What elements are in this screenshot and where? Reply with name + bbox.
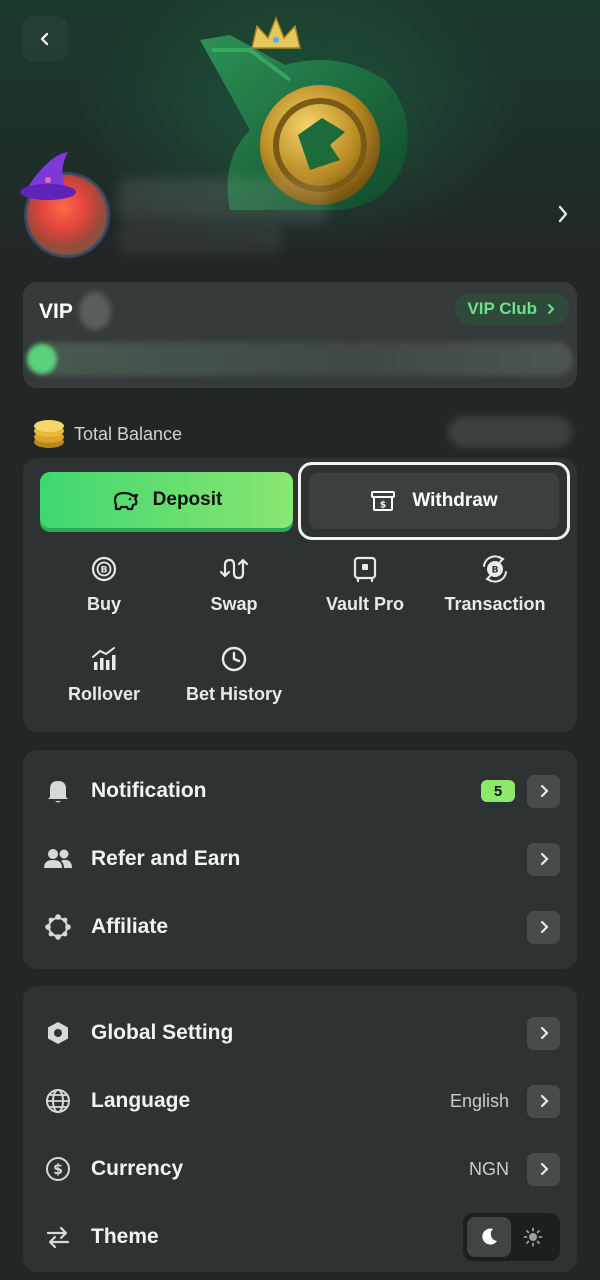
chevron-right-icon[interactable]: [527, 1016, 560, 1050]
wizard-hat-icon: [20, 152, 76, 200]
buy-action[interactable]: B Buy: [39, 554, 169, 624]
menu-item-refer-and-earn[interactable]: Refer and Earn: [23, 830, 577, 888]
notification-label: Notification: [91, 779, 207, 802]
menu-item-currency[interactable]: $ Currency NGN: [23, 1140, 577, 1198]
total-balance-row: Total Balance: [32, 416, 182, 452]
currency-value: NGN: [469, 1158, 509, 1179]
rollover-chart-icon: [89, 644, 119, 674]
menu-item-theme: Theme: [23, 1208, 577, 1266]
chevron-left-icon: [40, 32, 49, 46]
deposit-label: Deposit: [152, 489, 223, 510]
dark-theme-option[interactable]: [467, 1217, 511, 1257]
balance-amount-redacted: [448, 416, 572, 448]
notification-count-badge: 5: [481, 780, 515, 802]
light-theme-option[interactable]: [511, 1217, 555, 1257]
account-menu-card: Notification 5 Refer and Earn Affiliate: [23, 750, 577, 969]
theme-label: Theme: [91, 1225, 159, 1248]
menu-item-affiliate[interactable]: Affiliate: [23, 898, 577, 956]
language-label: Language: [91, 1089, 191, 1112]
settings-menu-card: Global Setting Language English $ Curren…: [23, 986, 577, 1272]
vip-club-button[interactable]: VIP Club: [455, 293, 569, 325]
chevron-right-icon: [548, 304, 555, 314]
svg-text:$: $: [53, 1162, 63, 1178]
vip-label: VIP: [39, 300, 73, 323]
cash-register-icon: $: [371, 491, 396, 511]
refer-and-earn-label: Refer and Earn: [91, 847, 241, 870]
vip-level-redacted: [79, 292, 111, 330]
bell-icon: [43, 776, 73, 806]
global-setting-label: Global Setting: [91, 1021, 234, 1044]
bet-history-label: Bet History: [185, 684, 283, 704]
withdraw-button-inner: $ Withdraw: [309, 473, 559, 529]
transaction-icon: B: [480, 554, 510, 584]
theme-toggle[interactable]: [463, 1213, 560, 1261]
swap-action[interactable]: Swap: [169, 554, 299, 624]
svg-text:B: B: [101, 566, 108, 576]
transaction-label: Transaction: [444, 594, 546, 614]
swap-label: Swap: [210, 594, 258, 614]
settings-hex-icon: [43, 1018, 73, 1048]
moon-icon: [482, 1228, 497, 1245]
menu-item-global-setting[interactable]: Global Setting: [23, 1004, 577, 1062]
chevron-right-icon[interactable]: [527, 1084, 560, 1118]
coin-stack-icon: [34, 420, 64, 448]
bitcoin-coin-icon: B: [89, 554, 119, 584]
chevron-right-icon[interactable]: [527, 774, 560, 808]
menu-item-notification[interactable]: Notification 5: [23, 762, 577, 820]
sun-icon: [523, 1227, 543, 1247]
clock-icon: [219, 644, 249, 674]
back-button[interactable]: [22, 16, 68, 62]
wallet-card: Deposit $ Withdraw B Buy Swap Vault Pro …: [23, 458, 577, 732]
chevron-right-icon[interactable]: [553, 202, 573, 226]
users-icon: [43, 844, 73, 874]
vault-icon: [350, 554, 380, 584]
dollar-circle-icon: $: [43, 1154, 73, 1184]
user-id-redacted: [118, 224, 283, 254]
menu-item-language[interactable]: Language English: [23, 1072, 577, 1130]
rollover-action[interactable]: Rollover: [39, 644, 169, 714]
withdraw-button[interactable]: $ Withdraw: [298, 462, 570, 540]
vip-progress-bar: [27, 342, 573, 376]
vip-club-label: VIP Club: [467, 299, 537, 318]
vip-progress-fill: [27, 344, 57, 374]
bet-history-action[interactable]: Bet History: [169, 644, 299, 714]
rollover-label: Rollover: [67, 684, 141, 704]
svg-text:B: B: [492, 566, 499, 576]
user-avatar[interactable]: [18, 150, 118, 260]
vault-pro-action[interactable]: Vault Pro: [300, 554, 430, 624]
affiliate-icon: [43, 912, 73, 942]
swap-arrows-icon: [219, 554, 249, 584]
total-balance-label: Total Balance: [74, 423, 183, 444]
piggy-bank-icon: [113, 491, 138, 511]
arrows-swap-icon: [43, 1222, 73, 1252]
language-value: English: [449, 1090, 509, 1111]
withdraw-label: Withdraw: [412, 490, 498, 511]
globe-icon: [43, 1086, 73, 1116]
profile-header: [0, 0, 600, 270]
buy-label: Buy: [86, 594, 121, 614]
transaction-action[interactable]: B Transaction: [430, 554, 560, 624]
chevron-right-icon[interactable]: [527, 1152, 560, 1186]
svg-text:$: $: [380, 501, 386, 511]
username-redacted: [118, 178, 328, 222]
currency-label: Currency: [91, 1157, 184, 1180]
chevron-right-icon[interactable]: [527, 910, 560, 944]
chevron-right-icon[interactable]: [527, 842, 560, 876]
deposit-button[interactable]: Deposit: [40, 472, 293, 528]
vault-pro-label: Vault Pro: [325, 594, 405, 614]
vip-card[interactable]: VIP VIP Club: [23, 282, 577, 388]
affiliate-label: Affiliate: [91, 915, 169, 938]
